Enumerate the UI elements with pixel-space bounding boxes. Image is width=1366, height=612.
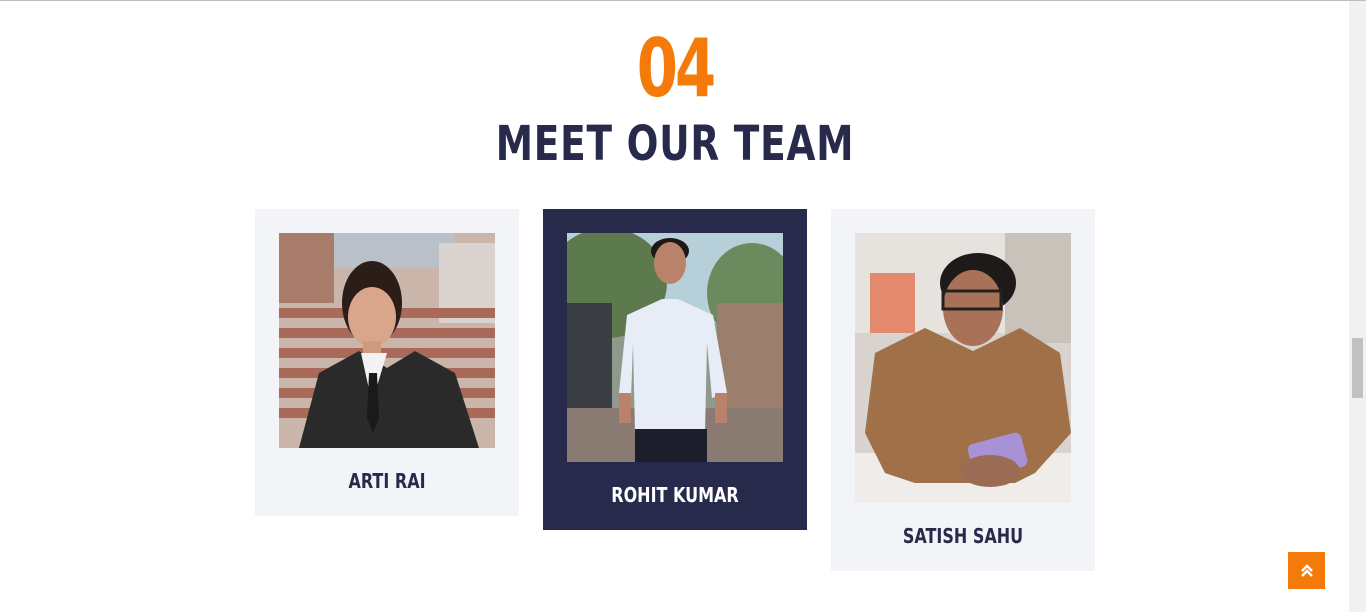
scrollbar-thumb[interactable] (1352, 338, 1363, 398)
double-chevron-up-icon (1300, 563, 1313, 577)
team-member-name: SATISH SAHU (902, 524, 1024, 548)
team-member-name: ROHIT KUMAR (611, 483, 739, 507)
team-card-satish-sahu: SATISH SAHU (831, 209, 1095, 571)
page: 04 MEET OUR TEAM ARTI RAI ROHIT KUMAR SA… (0, 0, 1366, 612)
back-to-top-button[interactable] (1288, 552, 1325, 589)
team-member-photo (279, 233, 495, 448)
page-scrollbar[interactable] (1349, 1, 1366, 612)
team-card-arti-rai: ARTI RAI (255, 209, 519, 516)
section-number: 04 (636, 22, 716, 115)
team-card-rohit-kumar: ROHIT KUMAR (543, 209, 807, 530)
team-member-photo (855, 233, 1071, 503)
team-member-name: ARTI RAI (348, 469, 426, 493)
section-title: MEET OUR TEAM (495, 116, 855, 172)
team-member-photo (567, 233, 783, 462)
